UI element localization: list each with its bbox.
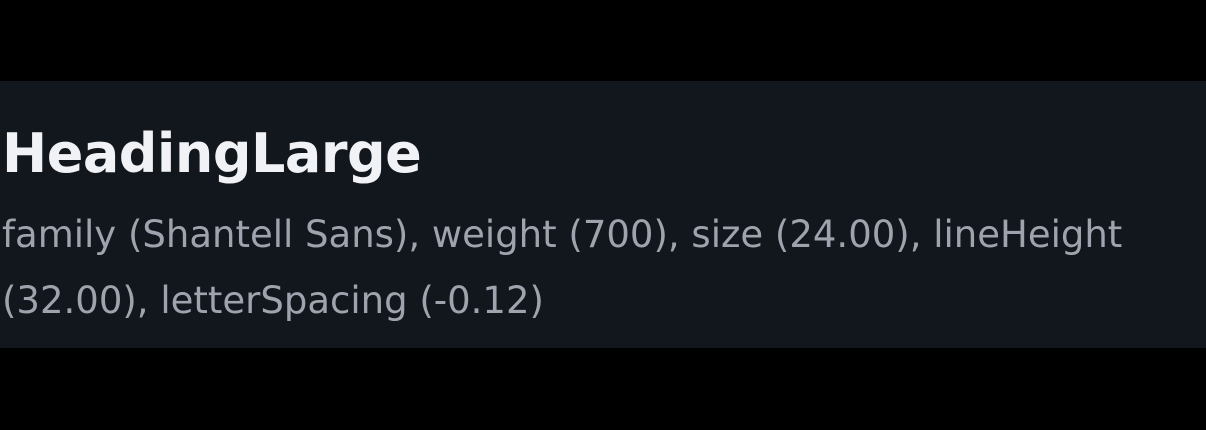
token-name: HeadingLarge	[2, 122, 422, 185]
token-description: family (Shantell Sans), weight (700), si…	[2, 213, 1123, 322]
